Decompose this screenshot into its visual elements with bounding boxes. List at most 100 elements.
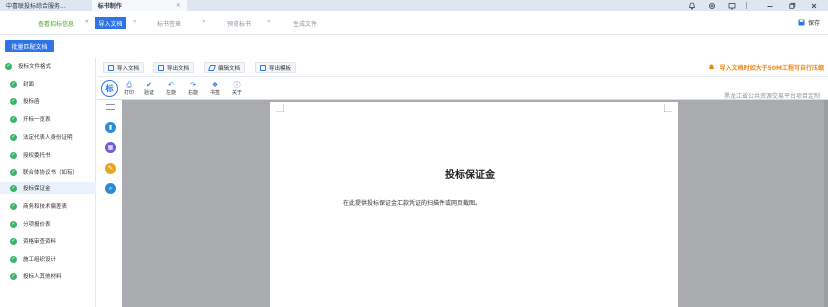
sidebar-item-label: 投标文件格式 bbox=[18, 64, 52, 70]
tab-label: 中喜联投标综合服务... bbox=[6, 3, 66, 10]
vertical-scrollbar[interactable] bbox=[824, 100, 828, 307]
step-sign-seal[interactable]: 标书签章 bbox=[152, 17, 186, 29]
save-icon bbox=[798, 19, 805, 26]
size-warning: 导入文档时如大于50M工程可自行压缩 bbox=[708, 63, 824, 72]
import-document-button[interactable]: 导入文档 bbox=[103, 62, 145, 73]
sidebar-item-opening-summary[interactable]: ✓ 开标一览表 bbox=[0, 113, 96, 125]
steps-bar: 查看招标信息 » 导入文档 » 标书签章 » 预览标书 » 生成文件 保存 bbox=[0, 11, 828, 35]
step-arrow-icon: » bbox=[85, 18, 89, 25]
sidebar-item-label: 施工组织设计 bbox=[23, 257, 57, 263]
check-icon: ✓ bbox=[10, 255, 17, 263]
step-arrow-icon: » bbox=[267, 18, 271, 25]
step-label: 导入文档 bbox=[98, 20, 123, 28]
sidebar-item-label: 投标保证金 bbox=[23, 186, 51, 192]
divider bbox=[746, 2, 747, 9]
gear-icon[interactable] bbox=[704, 0, 720, 11]
warning-bell-icon bbox=[708, 64, 714, 71]
sidebar-item-deviation-table[interactable]: ✓ 商务和技术偏差表 bbox=[0, 200, 96, 212]
step-label: 预览标书 bbox=[226, 20, 251, 28]
page-icon[interactable]: ▮ bbox=[105, 122, 116, 133]
sidebar-item-qualification[interactable]: ✓ 资格审查资料 bbox=[0, 235, 96, 247]
sidebar-item-bid-bond[interactable]: ✓ 投标保证金 bbox=[0, 182, 96, 194]
check-icon: ✓ bbox=[10, 237, 17, 245]
export-document-button[interactable]: 导出文档 bbox=[153, 62, 195, 73]
bell-icon[interactable] bbox=[684, 0, 700, 11]
import-icon bbox=[108, 64, 114, 71]
sidebar-item-label: 商务和技术偏差表 bbox=[23, 204, 68, 210]
sidebar-item-label: 开标一览表 bbox=[23, 117, 51, 123]
page-corner-mark bbox=[276, 104, 284, 112]
check-icon: ✓ bbox=[10, 184, 17, 192]
check-icon: ✓ bbox=[10, 220, 17, 228]
bookmark-icon: ❖ bbox=[211, 81, 219, 89]
save-button[interactable]: 保存 bbox=[798, 18, 820, 27]
sidebar-item-other-materials[interactable]: ✓ 投标人其他材料 bbox=[0, 270, 96, 282]
tool-rail: ▮ ▦ ✎ ⌕ bbox=[102, 100, 119, 307]
sidebar-item-cover[interactable]: ✓ 封面 bbox=[0, 78, 96, 90]
sidebar-item-bid-letter[interactable]: ✓ 投标函 bbox=[0, 95, 96, 107]
sidebar-item-label: 投标函 bbox=[23, 99, 40, 105]
check-icon: ✓ bbox=[10, 168, 17, 176]
rotate-right-button[interactable]: ↷ 右旋 bbox=[186, 81, 200, 96]
check-icon: ✓ bbox=[10, 115, 17, 123]
about-button[interactable]: ⓘ 关于 bbox=[230, 81, 244, 96]
close-icon[interactable] bbox=[806, 0, 822, 11]
tab-bid-making[interactable]: 标书制作 × bbox=[91, 0, 187, 11]
sidebar-item-legal-rep-id[interactable]: ✓ 法定代表人身份证明 bbox=[0, 131, 96, 143]
document-title: 投标保证金 bbox=[445, 170, 495, 181]
check-icon: ✓ bbox=[5, 62, 12, 70]
rotate-right-icon: ↷ bbox=[190, 81, 196, 89]
tab-close-icon[interactable]: × bbox=[176, 2, 181, 9]
sidebar-tree: ✓ 投标文件格式 ✓ 封面 ✓ 投标函 ✓ 开标一览表 ✓ 法定代表人身份证明 ✓ 授权委… bbox=[0, 58, 96, 307]
rotate-left-button[interactable]: ↶ 左旋 bbox=[164, 81, 178, 96]
tab-service-platform[interactable]: 中喜联投标综合服务... bbox=[0, 0, 72, 11]
minimize-icon[interactable] bbox=[762, 0, 778, 11]
sidebar-item-label: 授权委托书 bbox=[23, 153, 51, 159]
search-icon[interactable]: ⌕ bbox=[105, 183, 116, 194]
sidebar-item-construction-design[interactable]: ✓ 施工组织设计 bbox=[0, 253, 96, 265]
info-icon: ⓘ bbox=[233, 81, 241, 89]
pen-icon[interactable]: ✎ bbox=[105, 163, 116, 174]
warning-text: 导入文档时如大于50M工程可自行压缩 bbox=[719, 65, 824, 72]
check-icon: ✓ bbox=[10, 97, 17, 105]
sidebar-item-consortium-agreement[interactable]: ✓ 联合体协议书（如有） bbox=[0, 166, 96, 178]
page-corner-mark bbox=[664, 104, 672, 112]
edit-document-button[interactable]: 编辑文档 bbox=[204, 62, 246, 73]
step-generate-file[interactable]: 生成文件 bbox=[288, 17, 322, 29]
button-label: 验证 bbox=[143, 90, 154, 96]
sign-logo-icon: 标 bbox=[101, 80, 118, 97]
menu-icon[interactable] bbox=[106, 104, 115, 110]
step-label: 查看招标信息 bbox=[37, 20, 74, 28]
sidebar-item-label: 资格审查资料 bbox=[23, 239, 57, 245]
batch-match-button[interactable]: 批量匹配文档 bbox=[5, 40, 54, 52]
rotate-left-icon: ↶ bbox=[168, 81, 174, 89]
sidebar-item-itemized-quote[interactable]: ✓ 分项报价表 bbox=[0, 218, 96, 230]
export-template-button[interactable]: 导出模板 bbox=[255, 62, 297, 73]
check-icon: ✓ bbox=[10, 151, 17, 159]
step-import-docs[interactable]: 导入文档 bbox=[95, 17, 126, 29]
template-icon bbox=[260, 64, 266, 71]
step-arrow-icon: » bbox=[133, 18, 137, 25]
bookmark-button[interactable]: ❖ 书签 bbox=[208, 81, 222, 96]
button-label: 打印 bbox=[123, 90, 134, 96]
print-button[interactable]: ⎙ 打印 bbox=[122, 81, 136, 96]
verify-button[interactable]: ✔ 验证 bbox=[142, 81, 156, 96]
step-preview[interactable]: 预览标书 bbox=[222, 17, 256, 29]
sidebar-item-label: 投标人其他材料 bbox=[23, 274, 62, 280]
button-label: 导入文档 bbox=[117, 65, 140, 72]
step-label: 标书签章 bbox=[156, 20, 181, 28]
export-icon bbox=[158, 64, 164, 71]
sidebar-root-bid-format[interactable]: ✓ 投标文件格式 bbox=[0, 60, 96, 72]
sidebar-item-power-of-attorney[interactable]: ✓ 授权委托书 bbox=[0, 149, 96, 161]
tab-label: 标书制作 bbox=[97, 3, 122, 10]
button-label: 编辑文档 bbox=[218, 65, 241, 72]
button-label: 导出模板 bbox=[269, 65, 292, 72]
screen-icon[interactable] bbox=[724, 0, 740, 11]
check-icon: ✓ bbox=[10, 202, 17, 210]
step-view-tender-info[interactable]: 查看招标信息 bbox=[32, 17, 80, 29]
maximize-icon[interactable] bbox=[784, 0, 800, 11]
button-label: 右旋 bbox=[187, 90, 198, 96]
grid-icon[interactable]: ▦ bbox=[105, 142, 116, 153]
button-label: 左旋 bbox=[165, 90, 176, 96]
check-icon: ✓ bbox=[10, 80, 17, 88]
